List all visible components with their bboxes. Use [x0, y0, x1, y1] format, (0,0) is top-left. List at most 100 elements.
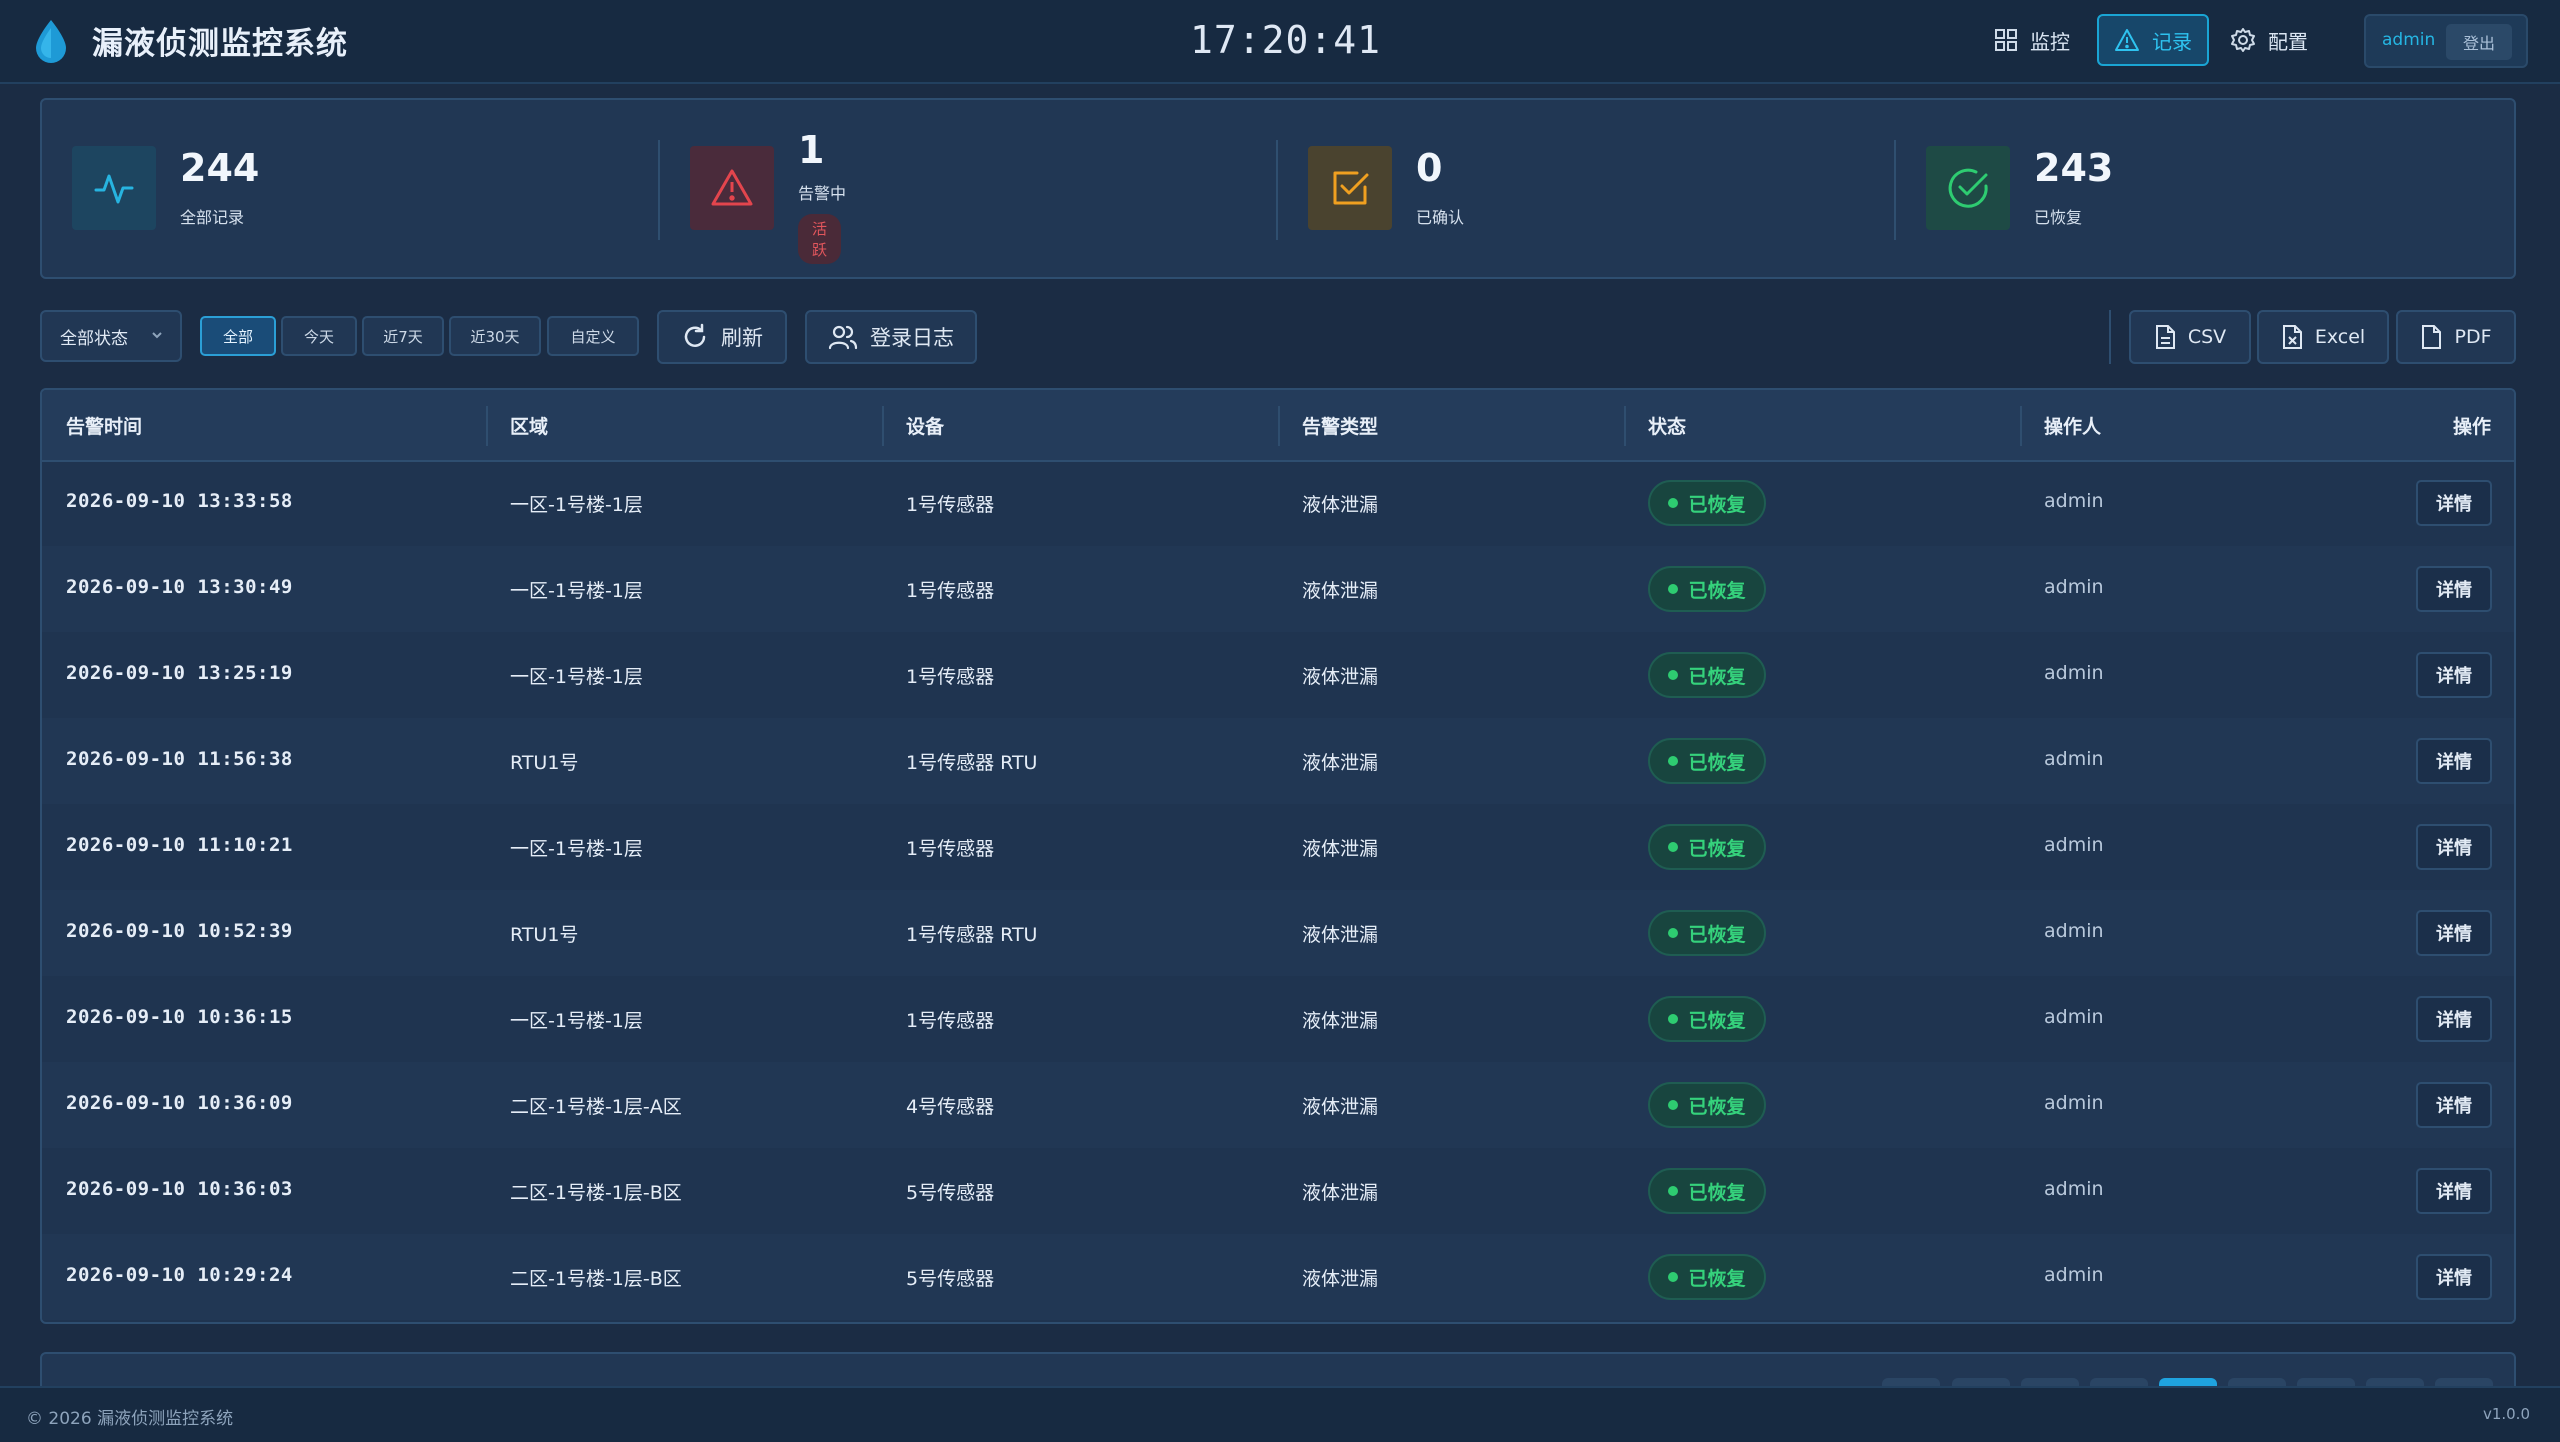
stat-label: 全部记录 [180, 208, 245, 227]
status-dot-icon [1668, 1186, 1679, 1196]
check-circle-icon [1926, 146, 2010, 230]
column-header: 告警类型 [1302, 416, 1379, 438]
cell-alarm-time: 2026-09-10 11:10:21 [66, 834, 293, 856]
top-bar: 漏液侦测监控系统 17:20:41 监控 记录 配置 admin 登出 [0, 0, 2560, 84]
status-text: 已恢复 [1688, 751, 1746, 774]
column-divider [1624, 406, 1626, 446]
logout-button[interactable]: 登出 [2446, 24, 2512, 60]
detail-button[interactable]: 详情 [2416, 1168, 2492, 1214]
status-text: 已恢复 [1688, 1181, 1746, 1204]
export-csv-button[interactable]: CSV [2129, 310, 2251, 364]
export-csv-label: CSV [2187, 326, 2227, 348]
cell-device: 1号传感器 [906, 666, 995, 688]
column-divider [882, 406, 884, 446]
cell-alarm-time: 2026-09-10 13:33:58 [66, 490, 293, 512]
detail-button[interactable]: 详情 [2416, 738, 2492, 784]
range-today-button[interactable]: 今天 [281, 316, 357, 356]
range-30days-button[interactable]: 近30天 [449, 316, 541, 356]
status-dot-icon [1668, 842, 1679, 852]
status-dot-icon [1668, 756, 1679, 766]
cell-device: 1号传感器 [906, 494, 995, 516]
detail-button[interactable]: 详情 [2416, 1254, 2492, 1300]
detail-button[interactable]: 详情 [2416, 824, 2492, 870]
cell-operator: admin [2044, 576, 2104, 598]
users-icon [828, 325, 858, 350]
status-dot-icon [1668, 928, 1679, 938]
column-header: 状态 [1648, 416, 1687, 438]
range-all-button[interactable]: 全部 [200, 316, 276, 356]
detail-button[interactable]: 详情 [2416, 996, 2492, 1042]
toolbar-divider [2109, 310, 2111, 364]
cell-device: 5号传感器 [906, 1182, 995, 1204]
nav-monitor[interactable]: 监控 [1994, 14, 2094, 66]
detail-button[interactable]: 详情 [2416, 652, 2492, 698]
app-title: 漏液侦测监控系统 [92, 26, 348, 62]
status-dot-icon [1668, 1014, 1679, 1024]
cell-alarm-type: 液体泄漏 [1302, 838, 1379, 860]
detail-button[interactable]: 详情 [2416, 480, 2492, 526]
cell-alarm-time: 2026-09-10 10:52:39 [66, 920, 293, 942]
cell-area: RTU1号 [510, 924, 579, 946]
login-log-label: 登录日志 [870, 326, 954, 350]
table-row: 2026-09-10 10:52:39 RTU1号 1号传感器 RTU 液体泄漏 已恢复… [42, 890, 2514, 976]
user-name: admin [2382, 30, 2436, 50]
nav-record-label: 记录 [2152, 29, 2192, 54]
table-row: 2026-09-10 11:56:38 RTU1号 1号传感器 RTU 液体泄漏 已恢复… [42, 718, 2514, 804]
range-7days-button[interactable]: 近7天 [362, 316, 444, 356]
cell-alarm-time: 2026-09-10 10:29:24 [66, 1264, 293, 1286]
status-badge: 已恢复 [1648, 566, 1766, 612]
export-pdf-button[interactable]: PDF [2396, 310, 2516, 364]
status-text: 已恢复 [1688, 1267, 1746, 1290]
table-row: 2026-09-10 13:30:49 一区-1号楼-1层 1号传感器 液体泄漏 已恢复… [42, 546, 2514, 632]
table-row: 2026-09-10 13:25:19 一区-1号楼-1层 1号传感器 液体泄漏 已恢复… [42, 632, 2514, 718]
check-square-icon [1308, 146, 1392, 230]
refresh-icon [684, 323, 706, 347]
detail-button[interactable]: 详情 [2416, 910, 2492, 956]
status-badge: 已恢复 [1648, 1082, 1766, 1128]
status-badge: 已恢复 [1648, 910, 1766, 956]
cell-device: 1号传感器 [906, 1010, 995, 1032]
stat-value: 1 [798, 128, 825, 172]
cell-operator: admin [2044, 1006, 2104, 1028]
nav-config[interactable]: 配置 [2230, 14, 2330, 66]
stat-value: 243 [2034, 146, 2114, 190]
cell-operator: admin [2044, 1178, 2104, 1200]
cell-alarm-type: 液体泄漏 [1302, 494, 1379, 516]
cell-area: 一区-1号楼-1层 [510, 580, 643, 602]
nav-record[interactable]: 记录 [2097, 14, 2209, 66]
column-header: 操作人 [2044, 416, 2102, 438]
cell-device: 1号传感器 RTU [906, 924, 1038, 946]
cell-alarm-time: 2026-09-10 11:56:38 [66, 748, 293, 770]
range-custom-button[interactable]: 自定义 [547, 316, 639, 356]
column-header: 设备 [906, 416, 945, 438]
nav-config-label: 配置 [2268, 29, 2308, 54]
stat-value: 0 [1416, 146, 1443, 190]
refresh-label: 刷新 [721, 326, 763, 350]
cell-operator: admin [2044, 748, 2104, 770]
cell-alarm-time: 2026-09-10 13:25:19 [66, 662, 293, 684]
stat-divider [1894, 140, 1896, 240]
cell-alarm-type: 液体泄漏 [1302, 1182, 1379, 1204]
export-excel-button[interactable]: Excel [2257, 310, 2389, 364]
cell-area: RTU1号 [510, 752, 579, 774]
file-spreadsheet-icon [2282, 325, 2302, 349]
detail-button[interactable]: 详情 [2416, 566, 2492, 612]
status-badge: 已恢复 [1648, 996, 1766, 1042]
cell-device: 4号传感器 [906, 1096, 995, 1118]
status-text: 已恢复 [1688, 665, 1746, 688]
login-log-button[interactable]: 登录日志 [805, 310, 977, 364]
warning-icon [690, 146, 774, 230]
status-badge: 已恢复 [1648, 652, 1766, 698]
status-badge: 已恢复 [1648, 824, 1766, 870]
status-badge: 已恢复 [1648, 738, 1766, 784]
footer: © 2026 漏液侦测监控系统 v1.0.0 [0, 1386, 2560, 1442]
detail-button[interactable]: 详情 [2416, 1082, 2492, 1128]
stat-label: 已确认 [1416, 208, 1465, 227]
user-box: admin 登出 [2364, 14, 2528, 68]
refresh-button[interactable]: 刷新 [657, 310, 787, 364]
status-filter-select[interactable]: 全部状态 [40, 310, 182, 362]
status-dot-icon [1668, 584, 1679, 594]
cell-alarm-time: 2026-09-10 13:30:49 [66, 576, 293, 598]
table-header: 告警时间 区域 设备 告警类型 状态 操作人 操作 [42, 390, 2514, 462]
stat-value: 244 [180, 146, 260, 190]
